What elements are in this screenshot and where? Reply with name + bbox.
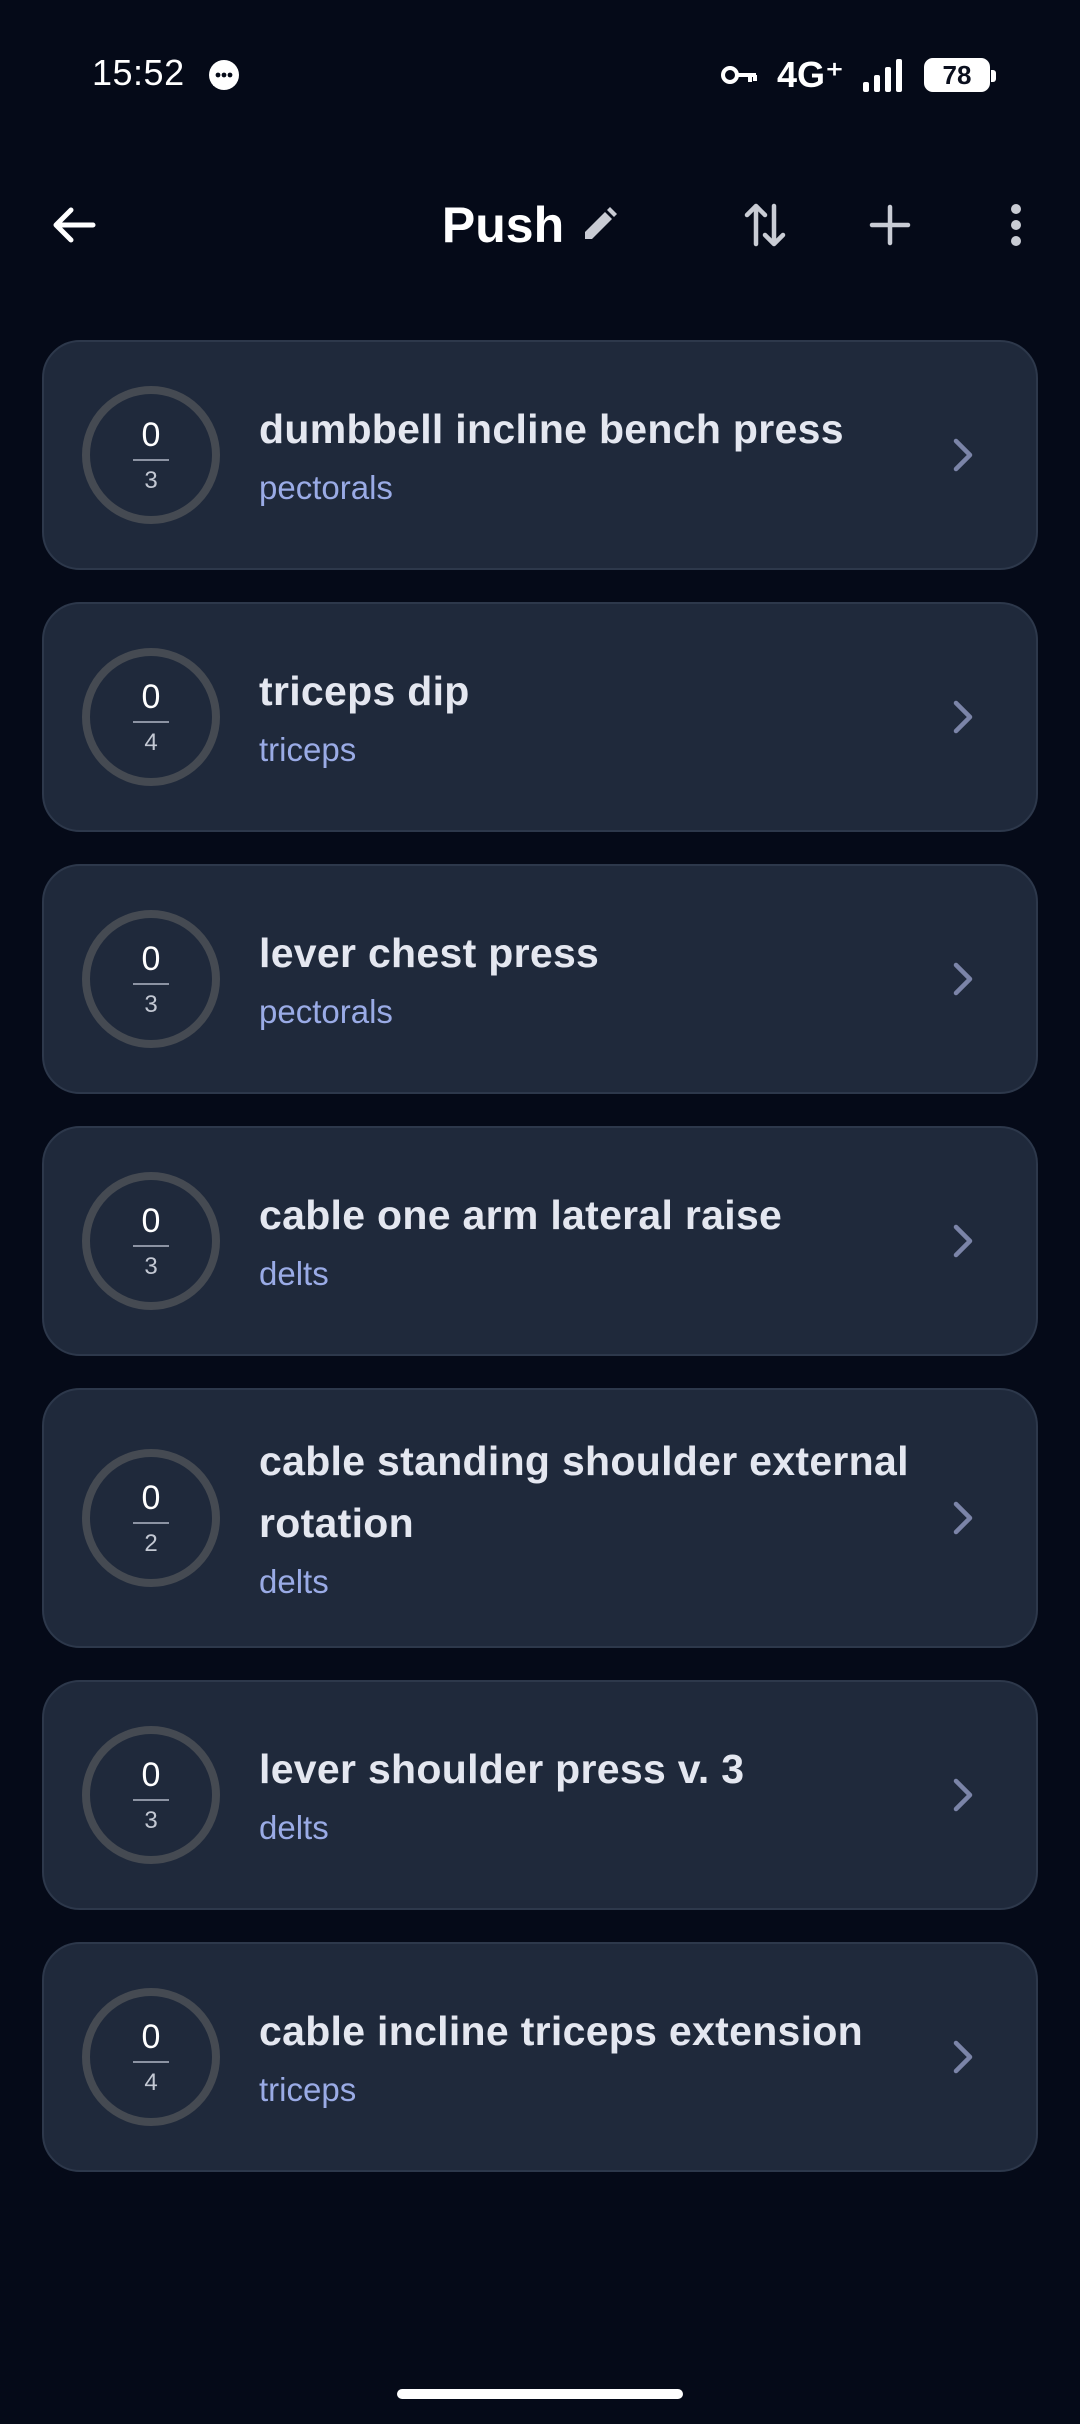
sets-total: 3 [144, 991, 158, 1018]
more-options-button[interactable] [976, 185, 1056, 265]
sets-progress-ring: 0 3 [82, 386, 220, 524]
exercise-text: triceps dip triceps [259, 660, 916, 774]
vpn-key-icon [720, 66, 757, 84]
reorder-button[interactable] [725, 185, 805, 265]
chevron-right-icon [953, 438, 973, 472]
fraction-divider [133, 2061, 169, 2063]
exercise-name: cable standing shoulder external rotatio… [259, 1438, 909, 1546]
fraction-divider [133, 1799, 169, 1801]
exercise-muscle: triceps [259, 2071, 357, 2108]
add-exercise-button[interactable] [850, 185, 930, 265]
status-bar: 15:52 4G⁺ 78 [0, 0, 1080, 150]
sets-done: 0 [141, 1479, 161, 1517]
sets-done: 0 [141, 416, 161, 454]
exercise-name: cable incline triceps extension [259, 2008, 864, 2054]
fraction-divider [133, 459, 169, 461]
sets-total: 4 [144, 729, 158, 756]
exercise-muscle: delts [259, 1563, 329, 1600]
fraction-divider [133, 983, 169, 985]
status-icons: 4G⁺ 78 [720, 50, 996, 100]
exercise-name: triceps dip [259, 668, 470, 714]
exercise-muscle: triceps [259, 731, 357, 768]
exercise-text: dumbbell incline bench press pectorals [259, 398, 916, 512]
exercise-muscle: pectorals [259, 469, 393, 506]
exercise-card[interactable]: 0 4 triceps dip triceps [42, 602, 1038, 832]
chevron-right-icon [953, 1501, 973, 1535]
exercise-text: cable one arm lateral raise delts [259, 1184, 916, 1298]
sets-done: 0 [141, 2018, 161, 2056]
sets-total: 3 [144, 467, 158, 494]
sets-progress-ring: 0 3 [82, 910, 220, 1048]
exercise-card[interactable]: 0 2 cable standing shoulder external rot… [42, 1388, 1038, 1648]
sets-progress-ring: 0 3 [82, 1726, 220, 1864]
exercise-muscle: delts [259, 1255, 329, 1292]
exercise-name: dumbbell incline bench press [259, 406, 844, 452]
signal-icon [863, 59, 902, 92]
battery-icon: 78 [924, 58, 996, 92]
sets-done: 0 [141, 1756, 161, 1794]
fraction-divider [133, 1245, 169, 1247]
sets-progress-ring: 0 2 [82, 1449, 220, 1587]
exercise-muscle: delts [259, 1809, 329, 1846]
sets-progress-ring: 0 3 [82, 1172, 220, 1310]
chevron-right-icon [953, 700, 973, 734]
sets-done: 0 [141, 1202, 161, 1240]
plus-icon [869, 204, 911, 246]
chevron-right-icon [953, 962, 973, 996]
home-indicator[interactable] [397, 2389, 683, 2399]
exercise-name: lever chest press [259, 930, 600, 976]
more-vertical-icon [1011, 204, 1021, 246]
page-title: Push [441, 197, 565, 253]
exercise-muscle: pectorals [259, 993, 393, 1030]
app-bar: Push [0, 170, 1080, 280]
exercise-text: cable incline triceps extension triceps [259, 2000, 916, 2114]
chat-bubble-icon [209, 60, 239, 90]
sets-done: 0 [141, 940, 161, 978]
exercise-text: cable standing shoulder external rotatio… [259, 1430, 916, 1606]
pencil-icon[interactable] [580, 206, 618, 244]
exercise-card[interactable]: 0 3 dumbbell incline bench press pectora… [42, 340, 1038, 570]
exercise-list: 0 3 dumbbell incline bench press pectora… [42, 340, 1038, 2204]
swap-vertical-icon [744, 203, 786, 247]
sets-total: 3 [144, 1807, 158, 1834]
exercise-card[interactable]: 0 3 lever shoulder press v. 3 delts [42, 1680, 1038, 1910]
status-time: 15:52 [92, 52, 185, 93]
sets-progress-ring: 0 4 [82, 1988, 220, 2126]
sets-total: 2 [144, 1530, 158, 1557]
exercise-text: lever shoulder press v. 3 delts [259, 1738, 916, 1852]
exercise-name: cable one arm lateral raise [259, 1192, 783, 1238]
sets-total: 4 [144, 2069, 158, 2096]
exercise-card[interactable]: 0 4 cable incline triceps extension tric… [42, 1942, 1038, 2172]
exercise-text: lever chest press pectorals [259, 922, 916, 1036]
sets-total: 3 [144, 1253, 158, 1280]
fraction-divider [133, 721, 169, 723]
exercise-card[interactable]: 0 3 cable one arm lateral raise delts [42, 1126, 1038, 1356]
network-type: 4G⁺ [776, 54, 844, 95]
exercise-name: lever shoulder press v. 3 [259, 1746, 745, 1792]
sets-progress-ring: 0 4 [82, 648, 220, 786]
chevron-right-icon [953, 1224, 973, 1258]
exercise-card[interactable]: 0 3 lever chest press pectorals [42, 864, 1038, 1094]
screen: 15:52 4G⁺ 78 Push 0 3 dumbbell incline b… [0, 0, 1080, 2424]
chevron-right-icon [953, 2040, 973, 2074]
chevron-right-icon [953, 1778, 973, 1812]
battery-level: 78 [942, 59, 972, 90]
sets-done: 0 [141, 678, 161, 716]
fraction-divider [133, 1522, 169, 1524]
